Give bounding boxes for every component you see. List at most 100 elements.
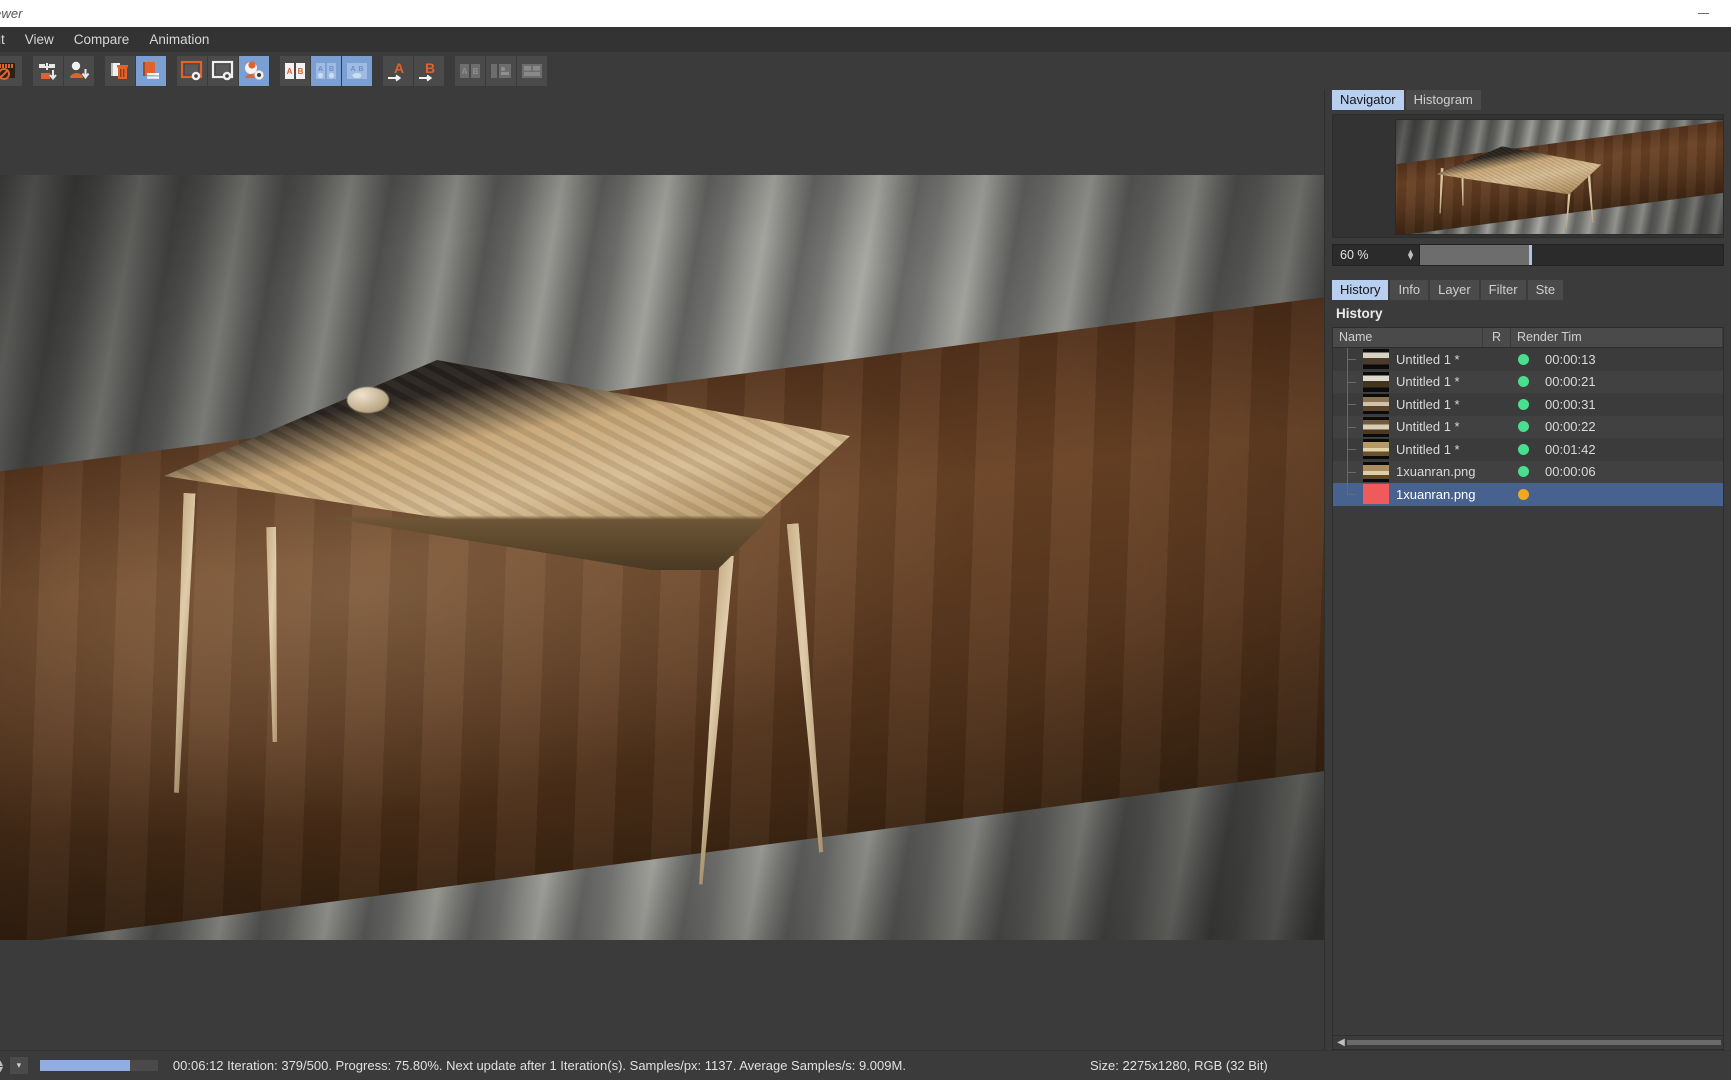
table-row[interactable]: 1xuanran.png — [1333, 483, 1723, 506]
zoom-slider[interactable] — [1420, 244, 1724, 266]
tab-filter[interactable]: Filter — [1480, 280, 1526, 300]
row-thumbnail — [1363, 439, 1389, 460]
zoom-stepper-icon[interactable]: ▲ ▼ — [1406, 248, 1415, 262]
toolbar-group-view — [177, 56, 270, 86]
table-row[interactable]: Untitled 1 * 00:00:21 — [1333, 370, 1723, 393]
save-all-images-button[interactable] — [33, 56, 63, 86]
menu-item-compare[interactable]: Compare — [64, 29, 140, 50]
set-as-a-button[interactable]: A — [383, 56, 413, 86]
tab-navigator[interactable]: Navigator — [1332, 90, 1404, 110]
row-thumbnail — [1363, 416, 1389, 437]
minimize-icon — [1697, 13, 1709, 14]
minimize-button[interactable] — [1687, 0, 1719, 27]
zoom-input[interactable]: 60 % ▲ ▼ — [1332, 244, 1420, 266]
table-row[interactable]: Untitled 1 * 00:01:42 — [1333, 438, 1723, 461]
zoom-slider-fill — [1420, 245, 1530, 265]
svg-text:B: B — [329, 66, 334, 73]
stop-render-button[interactable] — [0, 56, 22, 86]
row-name: 1xuanran.png — [1396, 464, 1476, 480]
tree-connector — [1333, 415, 1363, 439]
compare-blend-button[interactable]: A B — [342, 56, 372, 86]
save-image-button[interactable] — [64, 56, 94, 86]
scroll-left-icon[interactable]: ◀ — [1335, 1037, 1347, 1048]
row-status — [1509, 466, 1537, 478]
tab-histogram[interactable]: Histogram — [1405, 90, 1481, 110]
compare-blend-icon: A B — [345, 61, 369, 81]
chevron-down-icon: ▾ — [16, 1060, 22, 1070]
rendered-image[interactable] — [0, 175, 1325, 940]
column-header-render-time[interactable]: Render Tim — [1511, 328, 1723, 347]
table-row[interactable]: 1xuanran.png 00:00:06 — [1333, 460, 1723, 484]
column-header-name[interactable]: Name — [1333, 328, 1483, 347]
tab-history[interactable]: History — [1332, 280, 1389, 300]
row-render-time: 00:00:06 — [1545, 464, 1596, 480]
row-thumbnail — [1363, 371, 1389, 392]
row-status — [1509, 376, 1537, 388]
navigator-preview[interactable] — [1332, 114, 1724, 238]
layout-split-button[interactable] — [486, 56, 516, 86]
toolbar-group-setab: A B — [383, 56, 445, 86]
navigator-thumbnail — [1395, 119, 1723, 235]
status-dot-ok — [1517, 376, 1529, 388]
render-scene — [0, 175, 1325, 940]
status-dropdown-button[interactable]: ▾ — [8, 1056, 29, 1075]
tab-info[interactable]: Info — [1390, 280, 1429, 300]
svg-text:B: B — [473, 67, 479, 76]
window-title: ewer — [0, 6, 23, 21]
row-render-time: 00:00:13 — [1545, 351, 1596, 367]
scene-vignette — [0, 175, 1325, 940]
row-render-time: 00:00:31 — [1545, 396, 1596, 412]
set-as-b-button[interactable]: B — [414, 56, 444, 86]
tab-layer[interactable]: Layer — [1430, 280, 1479, 300]
toolbar-group-history — [105, 56, 167, 86]
history-rows: Untitled 1 * 00:00:13 Untitled 1 * 00:00… — [1333, 348, 1723, 1035]
row-name: Untitled 1 * — [1396, 441, 1460, 457]
menu-item-view[interactable]: View — [15, 29, 64, 50]
row-status — [1509, 421, 1537, 433]
right-panel: Navigator Histogram 60 % ▲ ▼ History Inf… — [1325, 90, 1731, 1050]
history-horizontal-scrollbar[interactable]: ◀ — [1333, 1035, 1723, 1049]
svg-text:B: B — [358, 66, 363, 73]
title-bar: ewer — [0, 0, 1731, 27]
render-status-text: 00:06:12 Iteration: 379/500. Progress: 7… — [172, 1058, 906, 1073]
compare-side-by-side-button[interactable]: A B — [280, 56, 310, 86]
image-size-info: Size: 2275x1280, RGB (32 Bit) — [1090, 1058, 1268, 1073]
table-row[interactable]: Untitled 1 * 00:00:22 — [1333, 415, 1723, 439]
zoom-slider-handle[interactable] — [1529, 245, 1533, 265]
row-render-time: 00:01:42 — [1545, 441, 1596, 457]
save-image-icon — [68, 60, 90, 82]
row-name: 1xuanran.png — [1396, 486, 1476, 502]
keep-image-icon — [140, 60, 162, 82]
view-a-button[interactable] — [177, 56, 207, 86]
image-viewport[interactable] — [0, 90, 1325, 1050]
compare-difference-button[interactable]: A B — [311, 56, 341, 86]
column-header-r[interactable]: R — [1483, 328, 1511, 347]
view-ab-button[interactable] — [239, 56, 269, 86]
keep-image-button[interactable] — [136, 56, 166, 86]
svg-text:A: A — [462, 67, 468, 76]
status-bar: ▲ ▼ ▾ 00:06:12 Iteration: 379/500. Progre… — [0, 1050, 1731, 1080]
status-stepper-icon[interactable]: ▲ ▼ — [0, 1058, 5, 1073]
row-render-time: 00:00:21 — [1545, 374, 1596, 390]
tab-stereoscopic[interactable]: Ste — [1527, 280, 1564, 300]
scroll-thumb[interactable] — [1347, 1040, 1721, 1045]
layout-grid-button[interactable] — [517, 56, 547, 86]
navigator-panel: Navigator Histogram 60 % ▲ ▼ — [1325, 90, 1731, 266]
view-b-button[interactable] — [208, 56, 238, 86]
set-a-icon: A — [386, 60, 410, 82]
svg-text:B: B — [298, 67, 304, 76]
table-row[interactable]: Untitled 1 * 00:00:31 — [1333, 393, 1723, 416]
row-name: Untitled 1 * — [1396, 351, 1460, 367]
window-controls — [1687, 0, 1731, 27]
menu-item-animation[interactable]: Animation — [139, 29, 219, 50]
toolbar-group-layout: A B — [455, 56, 548, 86]
tree-connector — [1333, 483, 1363, 506]
image-ab-icon — [242, 60, 266, 82]
row-render-time: 00:00:22 — [1545, 419, 1596, 435]
table-row[interactable]: Untitled 1 * 00:00:13 — [1333, 348, 1723, 371]
ab-compare-toggle-button[interactable]: A B — [455, 56, 485, 86]
tree-connector — [1333, 460, 1363, 484]
clear-history-button[interactable] — [105, 56, 135, 86]
menu-item-edit[interactable]: it — [0, 29, 15, 50]
render-progress-fill — [39, 1060, 130, 1071]
